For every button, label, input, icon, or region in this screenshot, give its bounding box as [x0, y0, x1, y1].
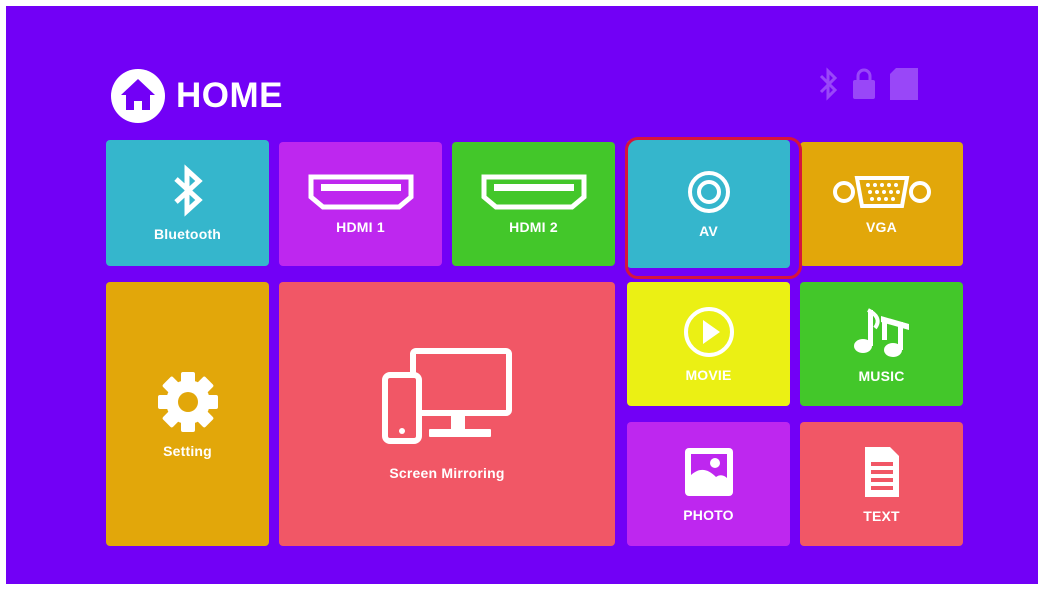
tile-vga-label: VGA [866, 219, 897, 235]
gear-icon [157, 372, 218, 432]
tile-music-label: MUSIC [858, 368, 905, 384]
tile-vga[interactable]: VGA [800, 142, 963, 266]
tile-setting-label: Setting [163, 443, 212, 459]
tile-movie[interactable]: MOVIE [627, 282, 790, 406]
tile-bluetooth-label: Bluetooth [153, 226, 222, 242]
tile-text[interactable]: TEXT [800, 422, 963, 546]
tile-music[interactable]: MUSIC [800, 282, 963, 406]
tile-screen-mirroring[interactable]: Screen Mirroring [279, 282, 615, 546]
tile-screen-mirroring-label: Screen Mirroring [389, 465, 505, 481]
bluetooth-status-icon [818, 67, 840, 106]
home-screen: HOME Bluetooth HDMI 1 HDMI 2 AV VGA Sett… [6, 6, 1038, 584]
tile-hdmi1-label: HDMI 1 [336, 219, 385, 235]
av-icon [687, 171, 730, 213]
tile-photo-label: PHOTO [683, 507, 734, 523]
tile-setting[interactable]: Setting [106, 282, 269, 546]
hdmi-icon [481, 174, 586, 210]
tile-av[interactable]: AV [627, 140, 790, 268]
tile-bluetooth[interactable]: Bluetooth [106, 140, 269, 266]
hdmi-icon [308, 174, 413, 210]
vga-icon [832, 176, 931, 208]
tile-text-label: TEXT [863, 508, 900, 524]
photo-icon [684, 448, 733, 496]
lock-status-icon [850, 67, 878, 106]
tile-hdmi1[interactable]: HDMI 1 [279, 142, 442, 266]
document-icon [864, 447, 899, 497]
page-title: HOME [176, 76, 283, 115]
tile-photo[interactable]: PHOTO [627, 422, 790, 546]
screen-mirroring-icon [382, 348, 512, 444]
header: HOME [110, 68, 283, 124]
status-bar [818, 66, 920, 107]
play-icon [683, 307, 734, 357]
storage-status-icon [888, 66, 920, 107]
tile-movie-label: MOVIE [685, 367, 732, 383]
tile-hdmi2[interactable]: HDMI 2 [452, 142, 615, 266]
music-note-icon [853, 308, 909, 357]
tile-hdmi2-label: HDMI 2 [509, 219, 558, 235]
home-icon [111, 69, 165, 123]
tile-av-label: AV [699, 223, 718, 239]
bluetooth-icon [173, 164, 203, 217]
